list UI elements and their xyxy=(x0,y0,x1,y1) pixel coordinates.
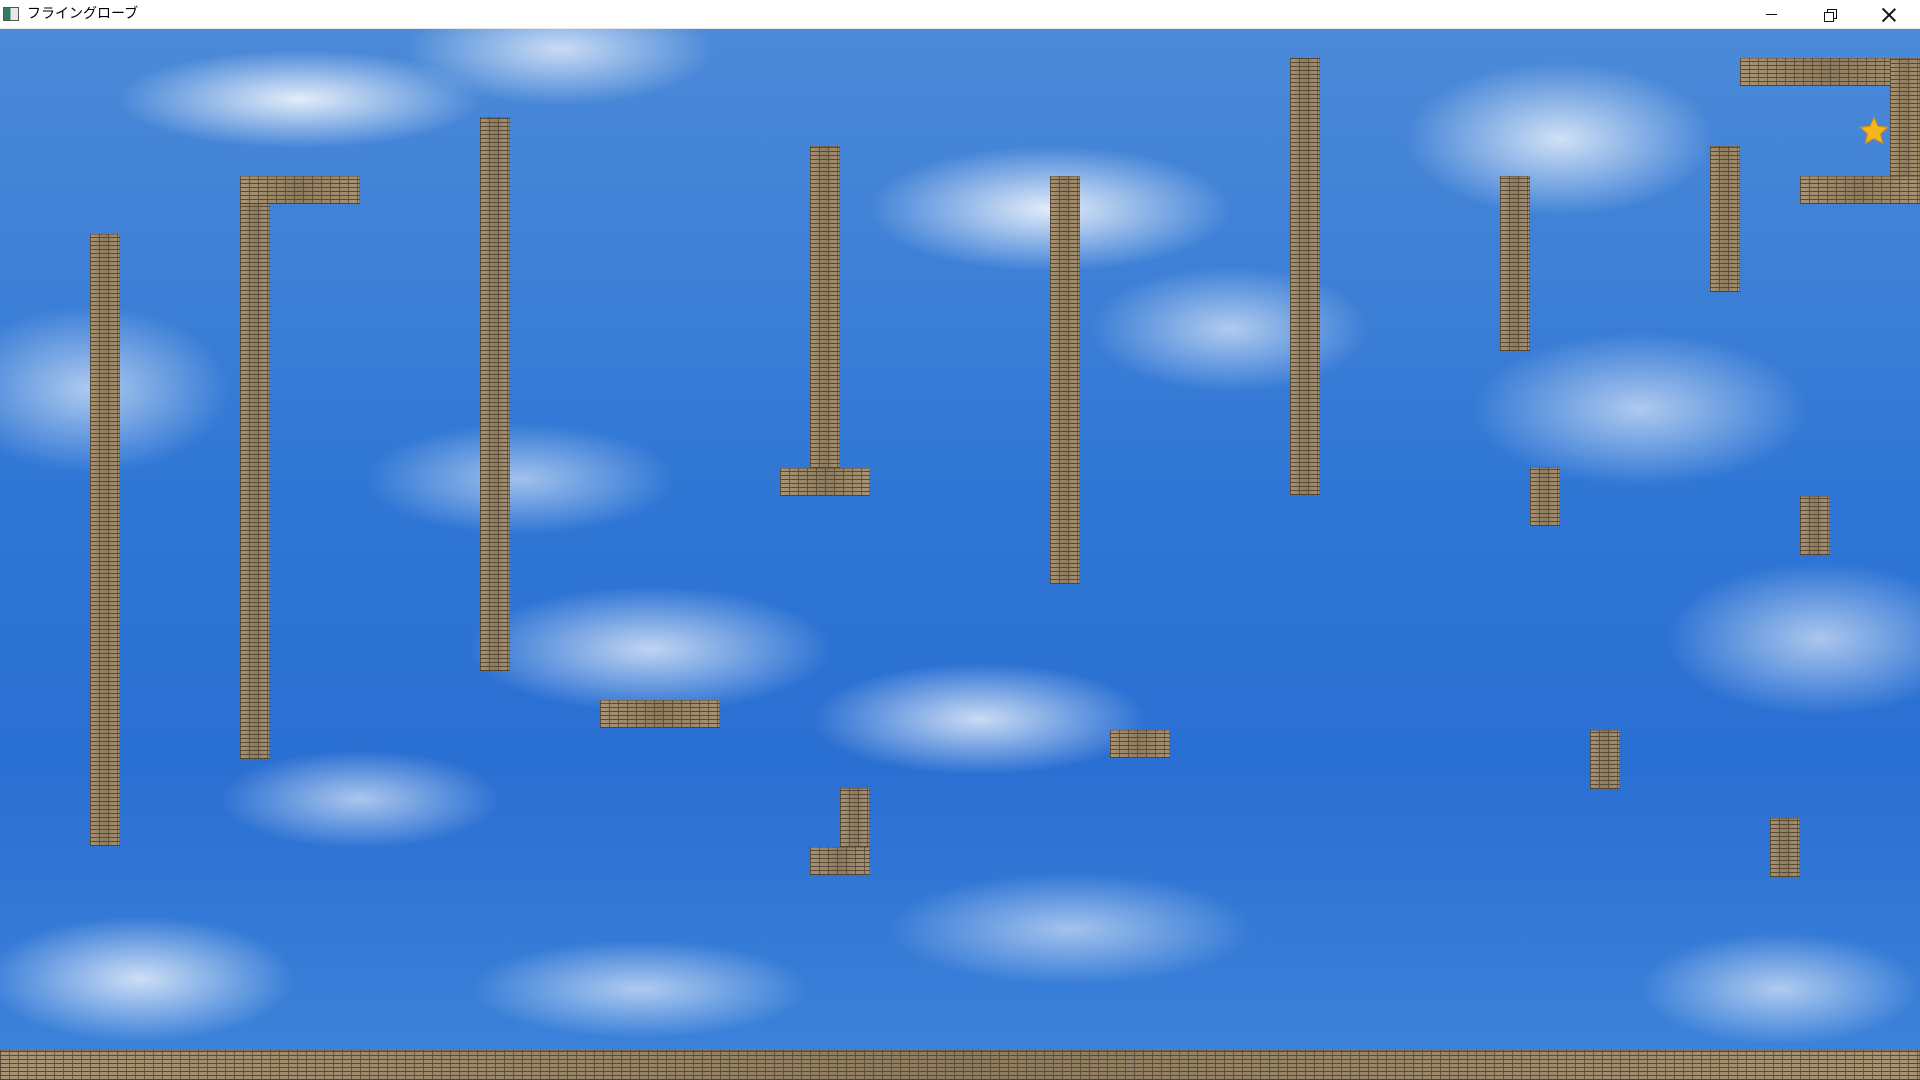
brick-ledge xyxy=(240,176,360,204)
brick-pillar xyxy=(840,788,870,847)
brick-pillar xyxy=(810,146,840,468)
goal-wall-bottom xyxy=(1800,176,1920,204)
brick-pillar xyxy=(480,117,510,671)
brick-pillar xyxy=(1500,176,1530,351)
brick-pillar xyxy=(1710,146,1740,292)
close-button[interactable] xyxy=(1860,0,1918,29)
close-icon xyxy=(1882,8,1896,22)
window-title: フライングローブ xyxy=(27,6,139,22)
app-window-icon xyxy=(3,7,19,21)
brick-pillar xyxy=(1290,58,1320,495)
star-icon xyxy=(1859,116,1889,145)
minimize-button[interactable] xyxy=(1742,0,1800,29)
brick-platform xyxy=(600,700,720,728)
brick-block xyxy=(1590,730,1620,789)
brick-ledge xyxy=(810,847,870,875)
minimize-icon xyxy=(1765,14,1777,15)
brick-block xyxy=(1770,818,1800,877)
brick-pillar xyxy=(90,234,120,846)
brick-pillar xyxy=(240,176,270,759)
brick-block xyxy=(1800,496,1830,555)
brick-ground xyxy=(0,1050,1920,1080)
maximize-button[interactable] xyxy=(1801,0,1859,29)
brick-pillar xyxy=(1050,176,1080,584)
brick-platform xyxy=(1110,730,1170,758)
restore-icon xyxy=(1824,8,1837,22)
game-canvas[interactable] xyxy=(0,29,1920,1080)
title-bar[interactable]: フライングローブ xyxy=(0,0,1920,29)
brick-block xyxy=(1530,467,1560,526)
brick-ledge xyxy=(780,468,870,496)
